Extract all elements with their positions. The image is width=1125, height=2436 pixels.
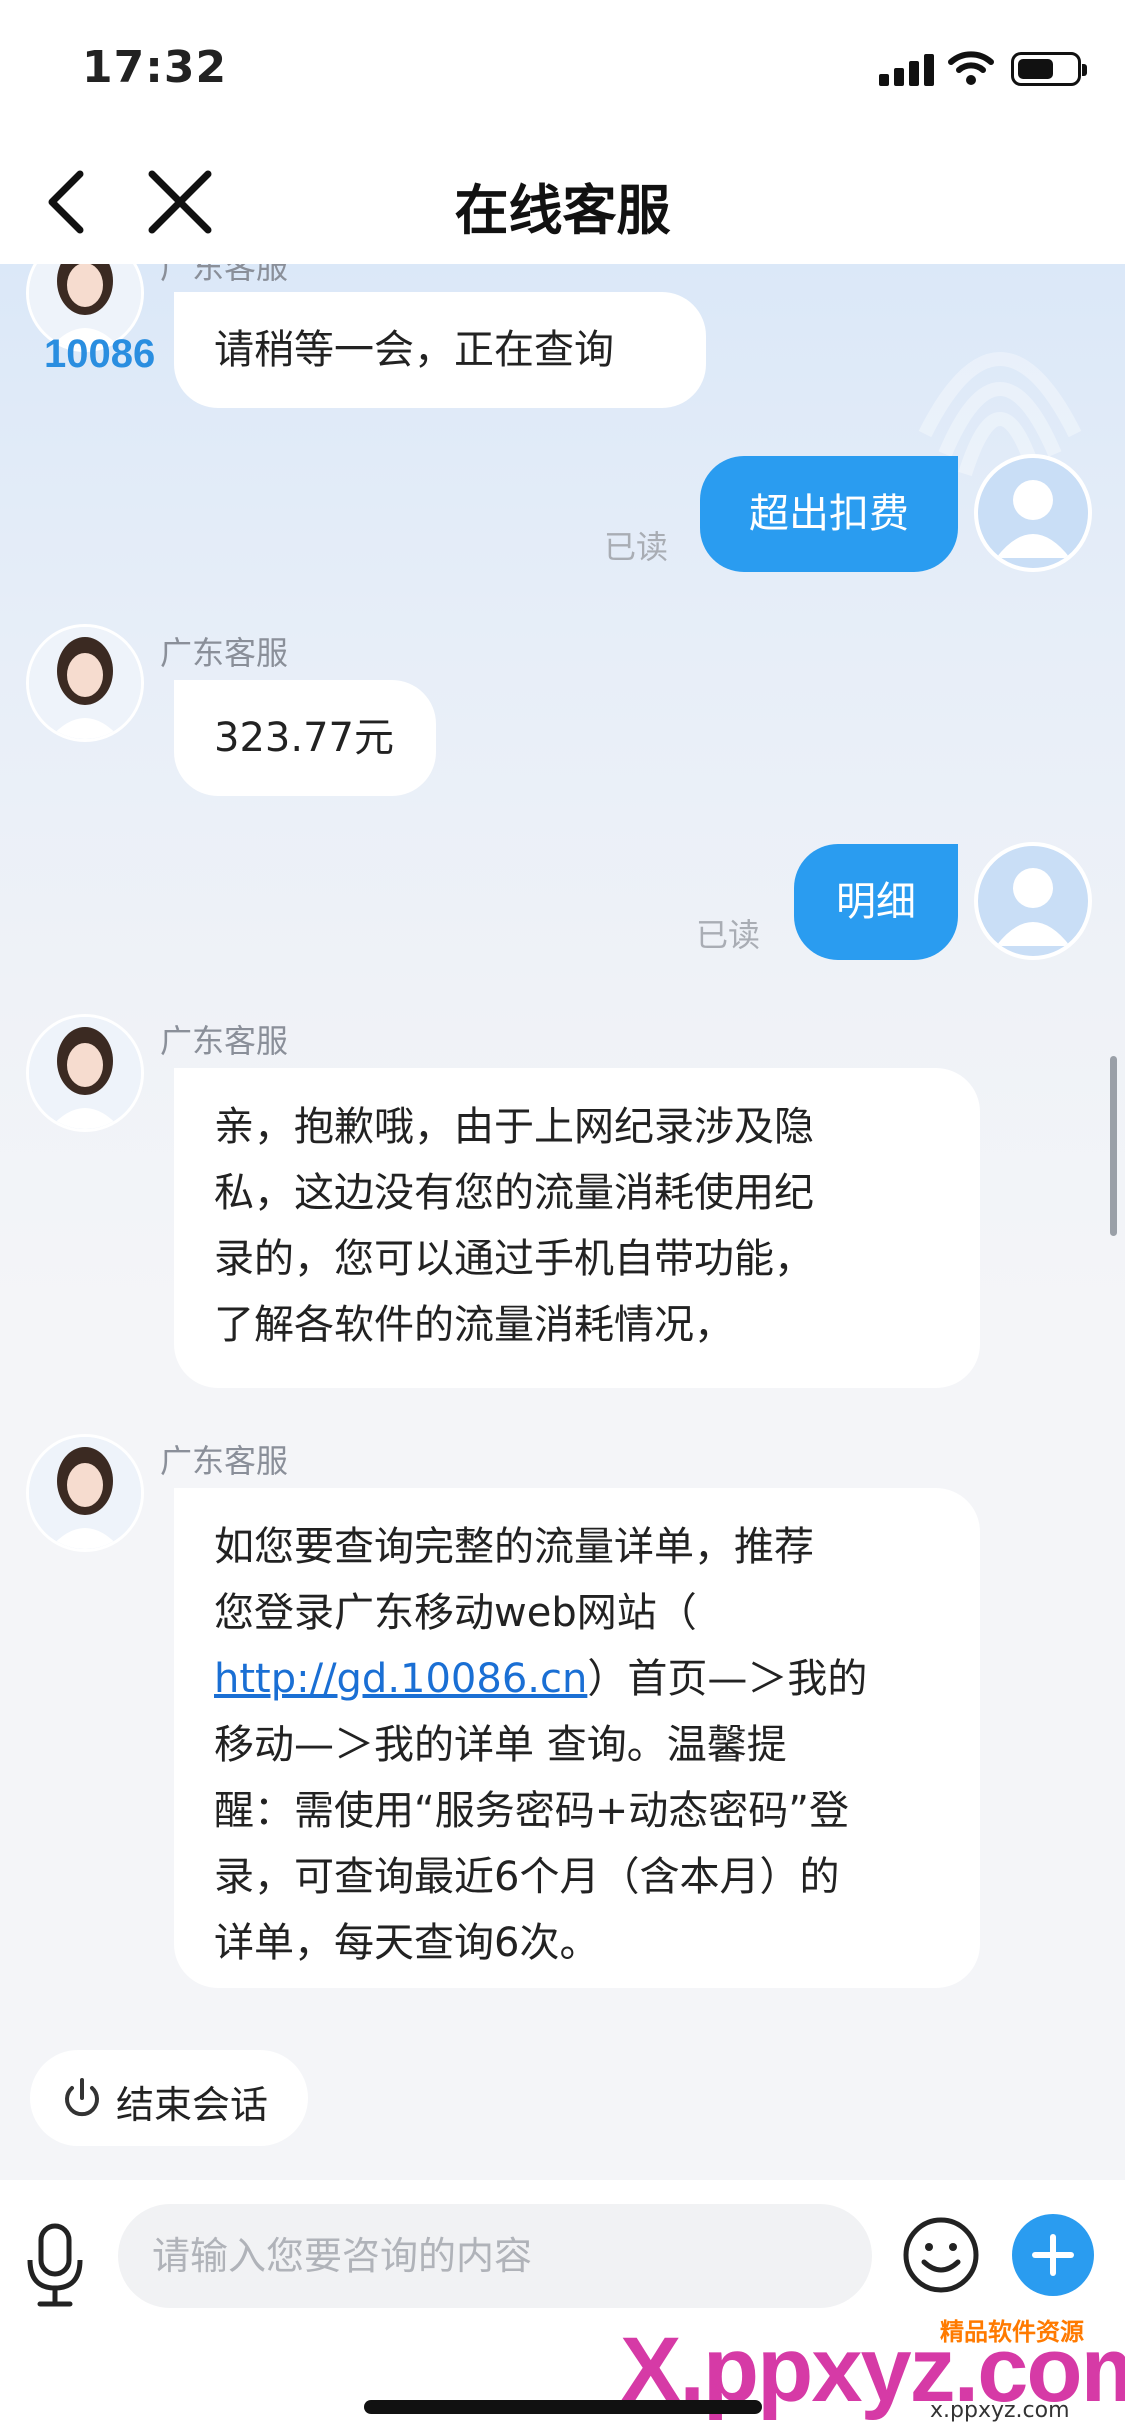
agent-portrait-icon <box>29 1437 141 1549</box>
power-icon <box>65 2078 99 2117</box>
message-text: 超出扣费 <box>749 491 909 537</box>
agent-avatar[interactable] <box>26 1434 144 1552</box>
brand-logo-text: 10086 <box>44 332 156 376</box>
status-bar: 17:32 <box>0 0 1125 140</box>
message-text: 明细 <box>836 879 916 925</box>
nav-bar: 在线客服 <box>0 140 1125 264</box>
message-line: 详单，每天查询6次。 <box>214 1920 600 1966</box>
website-link[interactable]: http://gd.10086.cn <box>214 1656 587 1702</box>
message-line: 私，这边没有您的流量消耗使用纪 <box>214 1170 814 1216</box>
sender-name: 广东客服 <box>160 634 289 672</box>
message-line: http://gd.10086.cn）首页—＞我的 <box>214 1646 940 1712</box>
agent-portrait-icon <box>29 627 141 739</box>
message-line: 录的，您可以通过手机自带功能， <box>214 1236 814 1282</box>
message-line: 了解各软件的流量消耗情况， <box>214 1302 734 1348</box>
message-bubble-outgoing: 超出扣费 <box>700 456 958 572</box>
watermark-url: x.ppxyz.com <box>930 2398 1070 2423</box>
message-bubble-incoming: 请稍等一会，正在查询 <box>174 292 706 408</box>
microphone-icon[interactable] <box>20 2220 90 2310</box>
user-avatar[interactable] <box>974 454 1092 572</box>
message-line: 亲，抱歉哦，由于上网纪录涉及隐 <box>214 1104 814 1150</box>
chat-area[interactable]: 广东客服 10086 请稍等一会，正在查询 已读 超出扣费 广东客服 323.7… <box>0 264 1125 2180</box>
message-line: 移动—＞我的详单 查询。温馨提 <box>214 1722 787 1768</box>
message-text: 请稍等一会，正在查询 <box>214 327 614 373</box>
message-text: ）首页—＞我的 <box>587 1656 868 1702</box>
end-session-label: 结束会话 <box>116 2083 269 2127</box>
message-bubble-incoming: 亲，抱歉哦，由于上网纪录涉及隐 私，这边没有您的流量消耗使用纪 录的，您可以通过… <box>174 1068 980 1388</box>
message-bubble-incoming: 如您要查询完整的流量详单，推荐 您登录广东移动web网站（ http://gd.… <box>174 1488 980 1988</box>
wifi-icon <box>948 51 994 85</box>
page-title: 在线客服 <box>454 179 671 242</box>
read-receipt: 已读 <box>696 916 761 954</box>
agent-avatar[interactable] <box>26 624 144 742</box>
add-attachment-button[interactable] <box>1012 2214 1094 2296</box>
emoji-icon[interactable] <box>900 2214 982 2296</box>
scrollbar[interactable] <box>1110 1056 1117 1236</box>
default-user-icon <box>996 868 1070 946</box>
message-line: 您登录广东移动web网站（ <box>214 1580 940 1646</box>
status-time: 17:32 <box>82 42 228 93</box>
home-indicator[interactable] <box>364 2400 762 2414</box>
agent-avatar[interactable] <box>26 1014 144 1132</box>
cellular-signal-icon <box>879 54 935 86</box>
sender-name: 广东客服 <box>160 264 289 286</box>
message-text: 您登录广东移动web网站（ <box>214 1590 697 1636</box>
message-bubble-incoming: 323.77元 <box>174 680 436 796</box>
message-text: 323.77元 <box>214 715 394 761</box>
sender-name: 广东客服 <box>160 1442 289 1480</box>
message-line: 录，可查询最近6个月（含本月）的 <box>214 1854 840 1900</box>
sender-name: 广东客服 <box>160 1022 289 1060</box>
message-bubble-outgoing: 明细 <box>794 844 958 960</box>
agent-portrait-icon <box>29 1017 141 1129</box>
end-session-button[interactable]: 结束会话 <box>30 2050 308 2146</box>
message-input[interactable] <box>118 2204 872 2308</box>
default-user-icon <box>996 480 1070 558</box>
user-avatar[interactable] <box>974 842 1092 960</box>
read-receipt: 已读 <box>604 528 669 566</box>
message-line: 如您要查询完整的流量详单，推荐 <box>214 1524 814 1570</box>
battery-icon <box>1011 52 1087 86</box>
watermark-subtext: 精品软件资源 <box>940 2318 1084 2346</box>
message-line: 醒：需使用“服务密码+动态密码”登 <box>214 1788 849 1834</box>
